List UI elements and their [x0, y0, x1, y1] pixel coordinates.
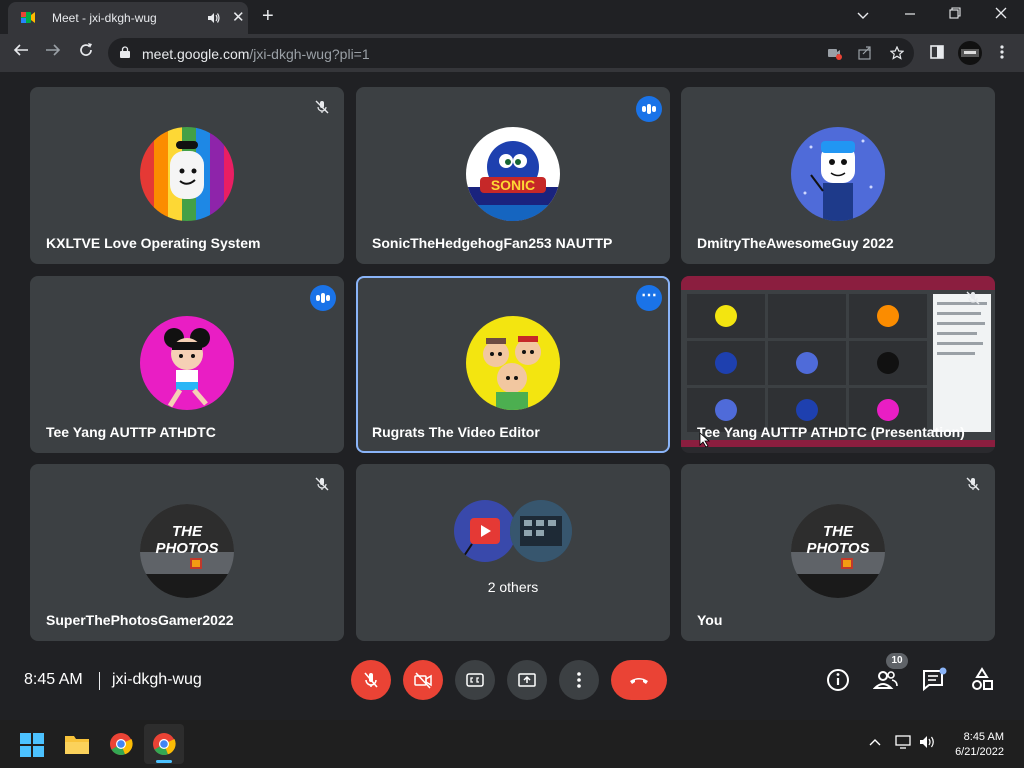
- avatar: [140, 316, 234, 410]
- more-options-button[interactable]: [559, 660, 599, 700]
- restore-icon[interactable]: [949, 6, 961, 22]
- people-icon[interactable]: [873, 667, 899, 693]
- participant-tile[interactable]: SONIC SonicTheHedgehogFan253 NAUTTP: [356, 87, 670, 264]
- divider: [99, 672, 100, 690]
- back-icon[interactable]: [11, 42, 31, 62]
- avatar: THE PHOTOS: [140, 504, 234, 598]
- speaking-indicator-icon: [636, 96, 662, 122]
- avatar: [466, 316, 560, 410]
- photos-logo-line2: PHOTOS: [806, 540, 869, 557]
- participant-tile[interactable]: KXLTVE Love Operating System: [30, 87, 344, 264]
- others-count: 2 others: [487, 579, 539, 595]
- present-screen-icon: [518, 673, 536, 687]
- close-window-icon[interactable]: [995, 6, 1007, 22]
- present-button[interactable]: [507, 660, 547, 700]
- camera-off-icon: [414, 672, 432, 689]
- participant-name: Tee Yang AUTTP ATHDTC (Presentation): [697, 424, 965, 440]
- avatar: THE PHOTOS: [791, 504, 885, 598]
- forward-icon[interactable]: [43, 42, 63, 62]
- self-tile[interactable]: THE PHOTOS You: [681, 464, 995, 641]
- mic-off-icon: [315, 100, 329, 114]
- hang-up-icon: [630, 678, 648, 684]
- avatar: [791, 127, 885, 221]
- avatar: [510, 500, 572, 562]
- photos-logo-line1: THE: [172, 523, 203, 540]
- photos-logo-line2: PHOTOS: [155, 540, 218, 557]
- minimize-icon[interactable]: [904, 6, 916, 22]
- side-panel-icon[interactable]: [930, 45, 944, 59]
- avatar: SONIC: [466, 127, 560, 221]
- chrome-menu-icon[interactable]: [1000, 45, 1004, 59]
- mic-off-icon: [364, 672, 378, 688]
- address-bar[interactable]: meet.google.com/jxi-dkgh-wug?pli=1: [108, 38, 914, 68]
- more-options-button[interactable]: ⋯: [636, 285, 662, 311]
- participant-name: You: [697, 612, 723, 628]
- share-icon[interactable]: [858, 46, 872, 60]
- participant-name: SonicTheHedgehogFan253 NAUTTP: [372, 235, 613, 251]
- participant-count-badge: 10: [886, 653, 908, 669]
- meeting-controls-bar: 8:45 AM jxi-dkgh-wug 10: [0, 652, 1024, 710]
- speaking-indicator-icon: [310, 285, 336, 311]
- meeting-details-icon[interactable]: [825, 667, 851, 693]
- profile-avatar[interactable]: [958, 41, 982, 65]
- mic-off-icon: [315, 477, 329, 491]
- activities-icon[interactable]: [969, 667, 995, 693]
- meet-icon: [21, 12, 35, 23]
- others-tile[interactable]: 2 others: [356, 464, 670, 641]
- photos-logo-line1: THE: [823, 523, 854, 540]
- windows-start-icon[interactable]: [20, 733, 44, 757]
- active-chrome-window[interactable]: [144, 724, 184, 764]
- speaker-icon[interactable]: [208, 12, 220, 24]
- mic-toggle-button[interactable]: [351, 660, 391, 700]
- mic-off-icon: [966, 477, 980, 491]
- clock-time: 8:45 AM: [963, 731, 1004, 743]
- tab-search-icon[interactable]: [857, 7, 869, 23]
- presentation-tile[interactable]: Tee Yang AUTTP ATHDTC (Presentation): [681, 276, 995, 453]
- avatar: [454, 500, 516, 562]
- participant-tile[interactable]: DmitryTheAwesomeGuy 2022: [681, 87, 995, 264]
- new-tab-icon[interactable]: +: [262, 5, 274, 27]
- participant-name: SuperThePhotosGamer2022: [46, 612, 234, 628]
- participant-tile[interactable]: ⋯ Rugrats The Video Editor: [356, 276, 670, 453]
- browser-toolbar: meet.google.com/jxi-dkgh-wug?pli=1: [0, 34, 1024, 72]
- tab-title: Meet - jxi-dkgh-wug: [52, 11, 157, 25]
- participant-name: DmitryTheAwesomeGuy 2022: [697, 235, 894, 251]
- camera-toggle-button[interactable]: [403, 660, 443, 700]
- captions-button[interactable]: [455, 660, 495, 700]
- avatar: [140, 127, 234, 221]
- camera-blocked-icon[interactable]: [828, 46, 842, 60]
- browser-title-bar: Meet - jxi-dkgh-wug ✕ +: [0, 0, 1024, 34]
- bookmark-star-icon[interactable]: [890, 46, 904, 60]
- clock-date: 6/21/2022: [955, 746, 1004, 758]
- presentation-window-bar: [681, 276, 995, 290]
- participant-tile[interactable]: THE PHOTOS SuperThePhotosGamer2022: [30, 464, 344, 641]
- captions-icon: [466, 673, 484, 687]
- url-text[interactable]: meet.google.com/jxi-dkgh-wug?pli=1: [142, 46, 370, 62]
- participant-name: Rugrats The Video Editor: [372, 424, 540, 440]
- meeting-grid: KXLTVE Love Operating System SONIC Sonic…: [0, 72, 1024, 652]
- browser-tab[interactable]: Meet - jxi-dkgh-wug ✕: [8, 2, 248, 34]
- chevron-up-icon[interactable]: [869, 738, 881, 746]
- system-clock[interactable]: 8:45 AM 6/21/2022: [948, 730, 1004, 760]
- chrome-icon[interactable]: [109, 732, 133, 756]
- participant-tile[interactable]: Tee Yang AUTTP ATHDTC: [30, 276, 344, 453]
- meeting-time: 8:45 AM: [24, 671, 83, 688]
- participant-name: KXLTVE Love Operating System: [46, 235, 261, 251]
- chat-icon[interactable]: [921, 667, 947, 693]
- volume-icon[interactable]: [919, 735, 937, 749]
- leave-call-button[interactable]: [611, 660, 667, 700]
- sonic-logo-text: SONIC: [491, 177, 535, 193]
- lock-icon[interactable]: [120, 46, 130, 58]
- mouse-cursor-icon: [699, 432, 711, 448]
- windows-taskbar: 8:45 AM 6/21/2022: [0, 720, 1024, 768]
- reload-icon[interactable]: [76, 42, 96, 62]
- file-explorer-icon[interactable]: [64, 733, 90, 755]
- more-vert-icon: [577, 672, 581, 688]
- close-tab-icon[interactable]: ✕: [232, 10, 245, 25]
- chrome-icon: [153, 733, 176, 756]
- participant-name: Tee Yang AUTTP ATHDTC: [46, 424, 216, 440]
- meeting-code: jxi-dkgh-wug: [112, 671, 202, 688]
- mic-off-icon: [966, 291, 980, 305]
- network-icon[interactable]: [895, 735, 913, 749]
